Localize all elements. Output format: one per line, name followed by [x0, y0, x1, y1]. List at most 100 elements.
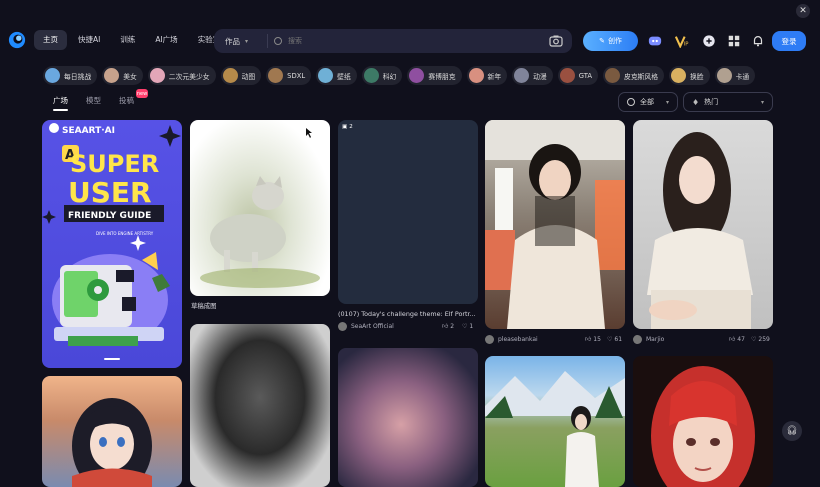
tag-thumbnail [559, 68, 575, 83]
card-anime-girl[interactable] [42, 376, 182, 487]
support-button[interactable]: 🎧︎ [782, 421, 802, 441]
like-count[interactable]: 👍︎ 47 [729, 335, 745, 344]
login-button[interactable]: 登录 [772, 31, 806, 51]
tag-thumbnail [514, 68, 530, 83]
tag-chip[interactable]: 壁纸 [316, 66, 357, 85]
tag-thumbnail [268, 68, 284, 83]
like-count[interactable]: 👍︎ 2 [442, 322, 454, 331]
tag-chip[interactable]: 换脸 [669, 66, 710, 85]
chevron-down-icon: ▾ [760, 98, 764, 106]
avatar[interactable] [485, 334, 494, 344]
search-type-select[interactable]: 作品 ▾ [214, 34, 268, 48]
grid-icon[interactable] [727, 34, 741, 48]
chevron-down-icon: ▾ [665, 98, 669, 106]
girl-train-meta: pleasebankai 👍︎ 15 ♡ 61 [485, 334, 625, 344]
seaart-logo[interactable] [8, 31, 26, 49]
search-icon [274, 37, 282, 45]
tag-chip[interactable]: 每日挑战 [43, 66, 98, 85]
tag-thumbnail [716, 68, 732, 83]
avatar[interactable] [338, 321, 347, 331]
guide-tagline: DIVE INTO ENGINE ARTISTRY [96, 231, 154, 236]
sub-tabs: 广场 模型 投稿 [53, 95, 134, 111]
time-filter[interactable]: 全部 ▾ [618, 92, 678, 112]
card-challenge[interactable]: ▣ 2 [338, 120, 478, 304]
discord-icon[interactable] [648, 34, 662, 48]
create-label: 创作 [607, 37, 622, 45]
close-icon[interactable]: ✕ [796, 4, 810, 18]
tag-chip[interactable]: 二次元美少女 [147, 66, 216, 85]
card-sketch[interactable] [190, 120, 330, 296]
author-name[interactable]: Marjio [646, 336, 664, 343]
card-blurred-1[interactable] [190, 324, 330, 487]
tag-label: 动漫 [533, 72, 547, 81]
like-count[interactable]: 👍︎ 15 [585, 335, 601, 344]
author-name[interactable]: pleasebankai [498, 336, 538, 343]
tag-chip[interactable]: 科幻 [361, 66, 403, 85]
tag-label: GTA [578, 71, 593, 80]
tab-submit[interactable]: 投稿 [119, 95, 134, 106]
tag-thumbnail [149, 68, 165, 83]
guide-line1: SUPER [70, 150, 159, 178]
seaart-page: ✕ 主页 快捷AI 训练 AI广场 实验室 作品 ▾ ✎ 创作 IP 登录 [0, 0, 820, 487]
image-count: 2 [349, 124, 353, 130]
nav-train[interactable]: 训练 [111, 30, 144, 50]
kitten-artwork [200, 128, 320, 288]
search-input[interactable] [282, 37, 548, 45]
guide-artwork: SEAART·AI A SUPER USER FRIENDLY GUIDE DI… [42, 123, 181, 360]
tag-chip[interactable]: 皮克斯风格 [603, 66, 665, 85]
tag-chip[interactable]: 动图 [220, 66, 262, 85]
heart-count[interactable]: ♡ 61 [607, 336, 622, 343]
tag-thumbnail [318, 68, 334, 83]
time-filter-label: 全部 [640, 98, 654, 106]
nav-quick-ai[interactable]: 快捷AI [69, 30, 109, 50]
challenge-title: (0107) Today's challenge theme: Elf Port… [338, 310, 476, 318]
tag-label: 美女 [123, 72, 137, 81]
nav-home[interactable]: 主页 [34, 30, 67, 50]
heart-count[interactable]: ♡ 1 [462, 323, 473, 330]
tag-row: 每日挑战 美女 二次元美少女 动图 SDXL 壁纸 科幻 赛博朋克 新年 动漫 GTA 皮克斯风格 换脸… [43, 66, 813, 85]
tag-chip[interactable]: 动漫 [512, 66, 553, 85]
chevron-down-icon: ▾ [245, 37, 249, 45]
search-bar: 作品 ▾ [214, 29, 572, 53]
thumbs-up-icon: 👍︎ [729, 336, 736, 343]
tag-thumbnail [104, 68, 120, 83]
tag-chip[interactable]: 赛博朋克 [407, 66, 462, 85]
tag-thumbnail [468, 68, 484, 83]
card-guide[interactable]: SEAART·AI A SUPER USER FRIENDLY GUIDE DI… [42, 120, 182, 368]
tag-chip[interactable]: 卡通 [714, 66, 756, 85]
avatar[interactable] [633, 334, 642, 344]
tag-thumbnail [605, 68, 621, 83]
card-girl-meadow[interactable] [485, 356, 625, 487]
tab-models[interactable]: 模型 [86, 95, 101, 106]
tag-chip[interactable]: 新年 [466, 66, 508, 85]
vip-icon[interactable]: IP [675, 34, 689, 48]
challenge-meta: SeaArt Official 👍︎ 2 ♡ 1 [338, 321, 478, 331]
new-badge: new [136, 89, 148, 98]
bell-icon[interactable] [751, 34, 765, 48]
create-button[interactable]: ✎ 创作 [583, 31, 638, 51]
sort-filter[interactable]: ♦ 热门 ▾ [683, 92, 773, 112]
tag-label: SDXL [287, 71, 306, 80]
tag-chip[interactable]: GTA [557, 66, 599, 85]
images-icon: ▣ [342, 124, 348, 130]
guide-line3: FRIENDLY GUIDE [68, 211, 151, 221]
tag-chip[interactable]: 美女 [102, 66, 143, 85]
tag-label: 科幻 [382, 72, 397, 81]
magic-wand-icon: ✎ [599, 37, 605, 45]
camera-icon[interactable] [548, 33, 564, 49]
card-girl-sweater[interactable] [633, 120, 773, 329]
card-redhair[interactable] [633, 356, 773, 487]
card-blurred-2[interactable] [338, 348, 478, 487]
tag-label: 换脸 [690, 72, 704, 81]
nav-ai-square[interactable]: AI广场 [146, 30, 186, 50]
tab-square[interactable]: 广场 [53, 95, 68, 111]
guide-brand: SEAART·AI [62, 126, 115, 136]
add-icon[interactable] [702, 34, 716, 48]
tag-label: 动图 [241, 72, 256, 81]
tag-chip[interactable]: SDXL [266, 66, 312, 85]
card-girl-train[interactable] [485, 120, 625, 329]
top-bar: 主页 快捷AI 训练 AI广场 实验室 作品 ▾ ✎ 创作 IP 登录 [0, 22, 820, 58]
author-name[interactable]: SeaArt Official [351, 323, 394, 330]
heart-count[interactable]: ♡ 259 [751, 336, 770, 343]
tag-label: 皮克斯风格 [624, 72, 659, 81]
